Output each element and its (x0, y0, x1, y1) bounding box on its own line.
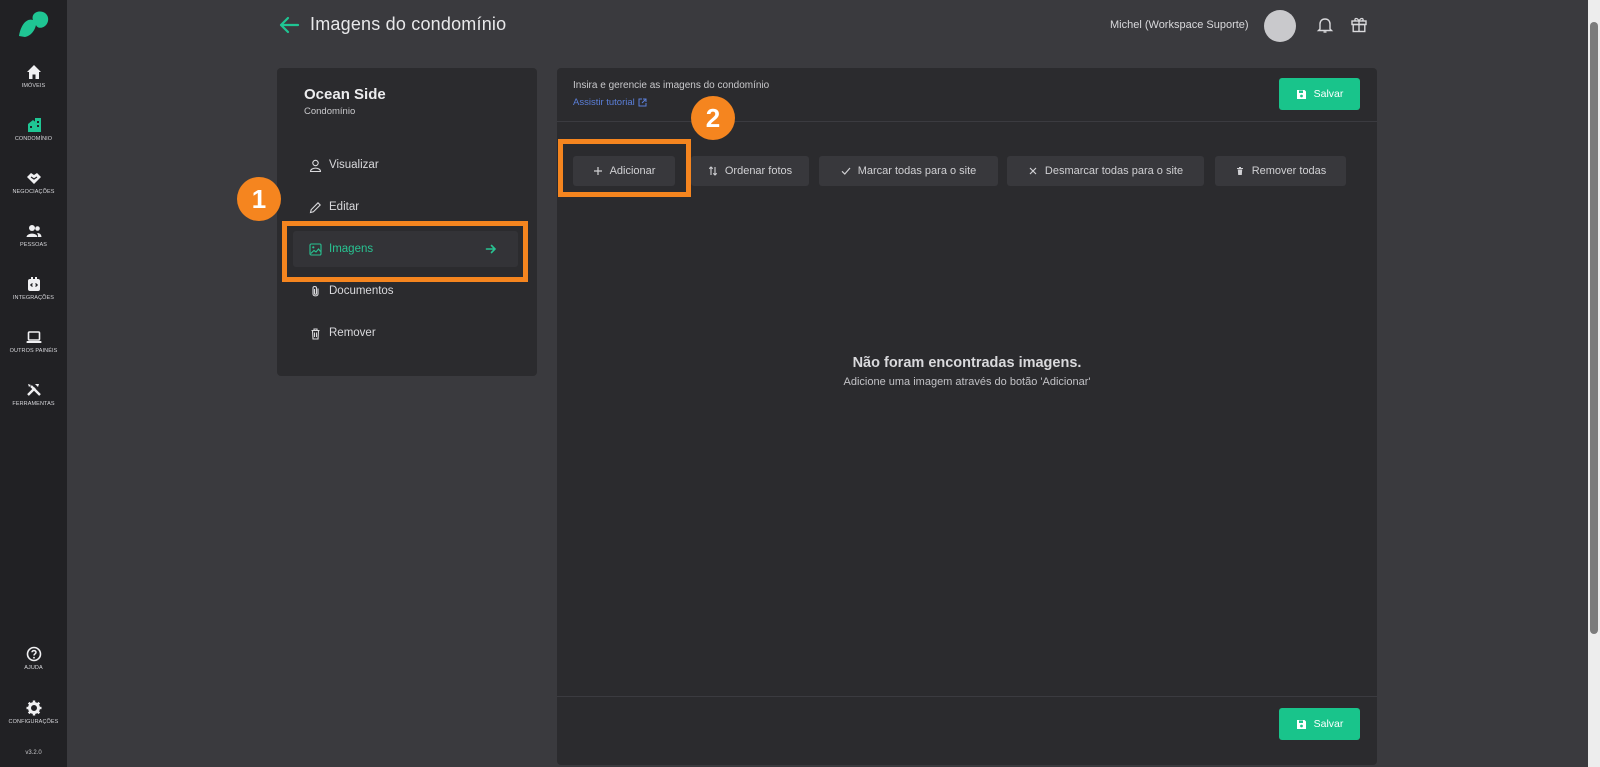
step-badge-2: 2 (691, 96, 735, 140)
user-name[interactable]: Michel (Workspace Suporte) (1110, 19, 1249, 31)
building-icon (27, 118, 41, 132)
menu-label: Visualizar (329, 159, 379, 171)
panel-description: Insira e gerencie as imagens do condomín… (573, 80, 770, 91)
nav-label: OUTROS PAINÉIS (9, 348, 58, 354)
menu-label: Remover (329, 327, 376, 339)
menu-item-remover[interactable]: Remover (293, 315, 518, 351)
unmark-all-label: Desmarcar todas para o site (1044, 165, 1184, 177)
unmark-all-button[interactable]: Desmarcar todas para o site (1007, 156, 1204, 186)
external-link-icon (638, 98, 647, 107)
floppy-disk-icon (1296, 89, 1306, 99)
save-label: Salvar (1313, 88, 1344, 100)
tutorial-link[interactable]: Assistir tutorial (573, 97, 647, 108)
integration-icon (27, 277, 40, 291)
check-icon (841, 167, 851, 175)
people-icon (26, 225, 41, 237)
handshake-icon (26, 173, 41, 184)
nav-rail: IMÓVEIS CONDOMÍNIO NEGOCIAÇÕES PESSOAS I… (0, 0, 67, 767)
nav-label: IMÓVEIS (21, 83, 46, 89)
page-title: Imagens do condomínio (310, 14, 507, 34)
nav-item-ferramentas[interactable]: FERRAMENTAS (0, 382, 67, 426)
nav-item-pessoas[interactable]: PESSOAS (0, 223, 67, 267)
mark-all-button[interactable]: Marcar todas para o site (819, 156, 998, 186)
nav-label: INTEGRAÇÕES (12, 295, 55, 301)
empty-state-message: Adicione uma imagem através do botão 'Ad… (843, 376, 1091, 388)
property-name: Ocean Side (304, 86, 386, 103)
nav-item-ajuda[interactable]: AJUDA (0, 646, 67, 690)
nav-label: CONFIGURAÇÕES (8, 719, 59, 725)
nav-label: CONDOMÍNIO (14, 136, 53, 142)
property-type: Condomínio (304, 106, 356, 117)
order-photos-button[interactable]: Ordenar fotos (691, 156, 809, 186)
trash-icon (1236, 167, 1243, 175)
app-version: v3.2.0 (25, 750, 42, 756)
scrollbar-thumb[interactable] (1590, 22, 1598, 634)
bell-icon[interactable] (1316, 16, 1334, 34)
order-label: Ordenar fotos (724, 165, 793, 177)
floppy-disk-icon (1296, 719, 1306, 729)
trash-icon (311, 327, 320, 340)
close-icon (1029, 167, 1037, 175)
nav-label: PESSOAS (20, 242, 47, 248)
avatar[interactable] (1264, 10, 1296, 42)
nav-label: NEGOCIAÇÕES (12, 189, 55, 195)
nav-item-configuracoes[interactable]: CONFIGURAÇÕES (0, 700, 67, 744)
pencil-icon (309, 201, 321, 213)
menu-label: Editar (329, 201, 360, 213)
nav-item-condominio[interactable]: CONDOMÍNIO (0, 117, 67, 161)
sort-arrows-icon (708, 166, 717, 176)
mark-all-label: Marcar todas para o site (857, 165, 977, 177)
step-badge-1: 1 (237, 177, 281, 221)
nav-item-outros-paineis[interactable]: OUTROS PAINÉIS (0, 329, 67, 373)
paperclip-icon (312, 285, 319, 296)
home-icon (26, 65, 41, 79)
menu-label: Documentos (329, 285, 394, 297)
highlight-add-button (558, 139, 691, 197)
save-button-bottom[interactable]: Salvar (1279, 708, 1360, 740)
tools-icon (26, 384, 41, 396)
nav-item-negociacoes[interactable]: NEGOCIAÇÕES (0, 170, 67, 214)
nav-item-imoveis[interactable]: IMÓVEIS (0, 64, 67, 108)
menu-item-visualizar[interactable]: Visualizar (293, 147, 518, 183)
tutorial-label: Assistir tutorial (573, 97, 635, 108)
user-icon (309, 159, 322, 172)
nav-label: FERRAMENTAS (12, 401, 55, 407)
nav-label: AJUDA (24, 665, 43, 671)
help-icon (26, 646, 41, 662)
menu-item-editar[interactable]: Editar (293, 189, 518, 225)
squirrel-logo-icon[interactable] (17, 10, 51, 40)
remove-all-button[interactable]: Remover todas (1215, 156, 1346, 186)
gift-icon[interactable] (1350, 15, 1368, 33)
nav-item-integracoes[interactable]: INTEGRAÇÕES (0, 276, 67, 320)
save-label: Salvar (1313, 718, 1344, 730)
empty-state-title: Não foram encontradas imagens. (852, 355, 1082, 371)
save-button-top[interactable]: Salvar (1279, 78, 1360, 110)
panel-footer-divider (557, 696, 1377, 697)
highlight-imagens-menu (282, 221, 528, 282)
laptop-icon (26, 331, 41, 343)
panel-header: Insira e gerencie as imagens do condomín… (557, 68, 1377, 122)
gear-icon (26, 700, 41, 716)
back-arrow-icon[interactable] (278, 14, 300, 36)
remove-all-label: Remover todas (1251, 165, 1327, 177)
